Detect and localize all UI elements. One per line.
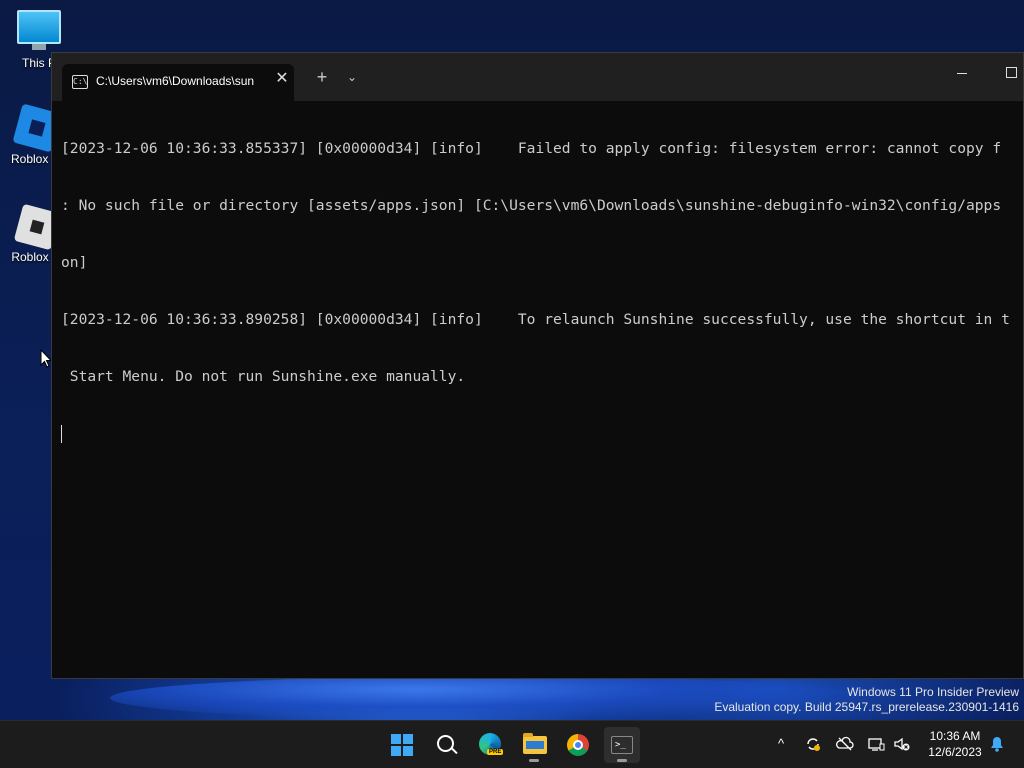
new-tab-button[interactable]: + [310, 65, 334, 89]
running-indicator [529, 759, 539, 762]
folder-icon [523, 733, 547, 754]
watermark-line: Evaluation copy. Build 25947.rs_prerelea… [714, 700, 1019, 714]
taskbar: PRE >_ ^ 10:36 AM 12/6/2023 [0, 720, 1024, 768]
terminal-line: [2023-12-06 10:36:33.855337] [0x00000d34… [61, 140, 1002, 157]
tab-title: C:\Users\vm6\Downloads\sun [96, 74, 255, 88]
sync-icon[interactable] [804, 735, 822, 753]
windows-logo-icon [391, 734, 413, 756]
taskbar-clock[interactable]: 10:36 AM 12/6/2023 [918, 728, 992, 760]
start-button[interactable] [384, 727, 420, 763]
command-prompt-icon: C:\ [72, 75, 88, 89]
network-icon[interactable] [867, 735, 885, 753]
show-hidden-icons-chevron-icon[interactable]: ^ [772, 735, 790, 753]
terminal-titlebar[interactable]: C:\ C:\Users\vm6\Downloads\sun ✕ + ⌄ [52, 53, 1023, 101]
onedrive-offline-icon[interactable] [836, 735, 854, 753]
tab-close-icon[interactable]: ✕ [272, 69, 292, 89]
chrome-button[interactable] [560, 727, 596, 763]
text-cursor [61, 425, 62, 443]
file-explorer-button[interactable] [516, 727, 552, 763]
edge-pre-badge: PRE [487, 749, 504, 755]
volume-muted-icon[interactable] [893, 735, 911, 753]
running-indicator [617, 759, 627, 762]
watermark-line: Windows 11 Pro Insider Preview [847, 685, 1019, 699]
terminal-line: Start Menu. Do not run Sunshine.exe manu… [61, 368, 466, 385]
maximize-button[interactable] [994, 63, 1024, 83]
evaluation-watermark: Windows 11 Pro Insider Preview Evaluatio… [714, 685, 1019, 715]
clock-date: 12/6/2023 [928, 745, 982, 759]
chrome-icon [567, 734, 589, 756]
notification-bell-icon[interactable] [988, 735, 1006, 753]
search-button[interactable] [428, 727, 464, 763]
terminal-line: [2023-12-06 10:36:33.890258] [0x00000d34… [61, 311, 1010, 328]
terminal-window[interactable]: C:\ C:\Users\vm6\Downloads\sun ✕ + ⌄ [20… [51, 52, 1024, 679]
terminal-line: : No such file or directory [assets/apps… [61, 197, 1002, 214]
clock-time: 10:36 AM [929, 729, 981, 743]
minimize-button[interactable] [947, 63, 983, 83]
this-pc-icon [17, 10, 61, 50]
search-icon [437, 735, 454, 752]
terminal-line: on] [61, 254, 88, 271]
terminal-icon: >_ [611, 736, 633, 754]
terminal-output[interactable]: [2023-12-06 10:36:33.855337] [0x00000d34… [61, 101, 1023, 678]
terminal-taskbar-button[interactable]: >_ [604, 727, 640, 763]
edge-button[interactable]: PRE [472, 727, 508, 763]
tab-dropdown-button[interactable]: ⌄ [340, 65, 364, 89]
terminal-tab[interactable]: C:\ C:\Users\vm6\Downloads\sun ✕ [62, 64, 294, 101]
